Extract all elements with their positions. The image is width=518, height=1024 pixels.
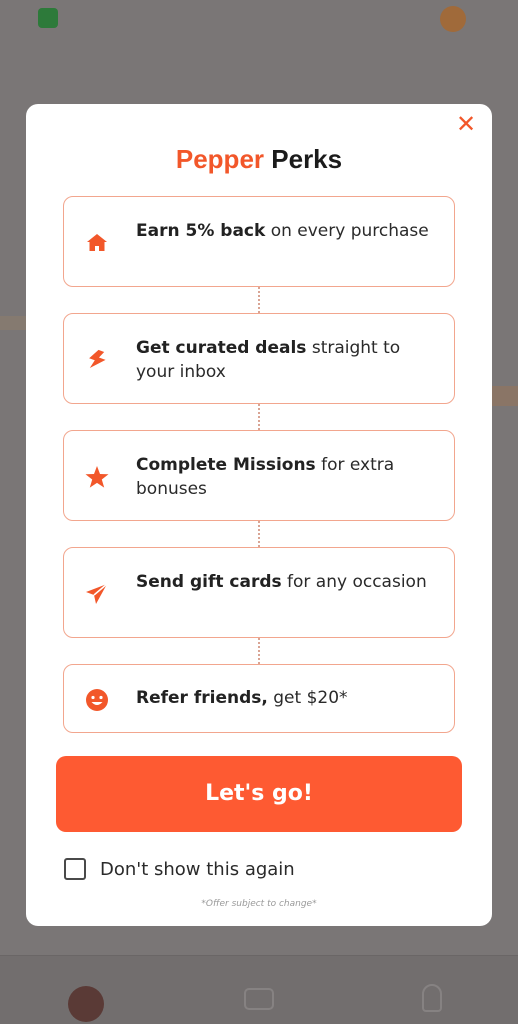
title-rest: Perks (271, 144, 343, 174)
background-card-edge-left (0, 316, 26, 330)
perk-rest: on every purchase (265, 221, 429, 241)
notifications-nav-icon (422, 984, 442, 1012)
home-icon (87, 234, 107, 251)
smiley-icon (86, 689, 108, 711)
perk-bold: Send gift cards (136, 572, 282, 592)
bottom-nav (0, 955, 518, 1024)
perk-connector (258, 521, 260, 547)
perk-rest: for any occasion (281, 572, 427, 592)
modal-title: Pepper Perks (26, 144, 492, 175)
perk-card-missions: Complete Missions for extra bonuses (63, 430, 455, 521)
background-card-edge (492, 386, 518, 406)
perk-rest: get $20* (267, 688, 348, 708)
perk-connector (258, 638, 260, 664)
offer-disclaimer: *Offer subject to change* (201, 899, 317, 909)
wallet-nav-icon (244, 988, 274, 1010)
background-top-bar (0, 0, 518, 40)
perk-bold: Complete Missions (136, 455, 316, 475)
coin-icon (440, 6, 466, 32)
perk-connector (258, 287, 260, 313)
paper-plane-icon (86, 583, 108, 604)
dont-show-again-row[interactable]: Don't show this again (64, 856, 295, 882)
perk-card-referral: Refer friends, get $20* (63, 664, 455, 733)
close-icon[interactable]: ✕ (456, 110, 476, 138)
perk-connector (258, 404, 260, 430)
star-icon (85, 466, 109, 488)
lets-go-button[interactable]: Let's go! (56, 756, 462, 832)
perk-text: Complete Missions for extra bonuses (136, 453, 436, 501)
perk-text: Earn 5% back on every purchase (136, 219, 436, 243)
wallet-icon (38, 8, 58, 28)
perk-text: Refer friends, get $20* (136, 686, 436, 710)
perk-bold: Get curated deals (136, 338, 307, 358)
lightning-icon (89, 349, 106, 369)
perk-card-gift-cards: Send gift cards for any occasion (63, 547, 455, 638)
perk-text: Get curated deals straight to your inbox (136, 336, 436, 384)
perk-text: Send gift cards for any occasion (136, 570, 436, 594)
dont-show-again-checkbox[interactable] (64, 858, 86, 880)
dont-show-again-label[interactable]: Don't show this again (100, 859, 295, 880)
perk-card-deals: Get curated deals straight to your inbox (63, 313, 455, 404)
perk-bold: Refer friends, (136, 688, 268, 708)
close-button[interactable]: ✕ (454, 112, 478, 136)
perk-bold: Earn 5% back (136, 221, 266, 241)
title-brand: Pepper (175, 144, 265, 174)
avatar (68, 986, 104, 1022)
perk-card-cashback: Earn 5% back on every purchase (63, 196, 455, 287)
pepper-perks-modal: ✕ Pepper Perks Earn 5% back on every pur… (26, 104, 492, 926)
